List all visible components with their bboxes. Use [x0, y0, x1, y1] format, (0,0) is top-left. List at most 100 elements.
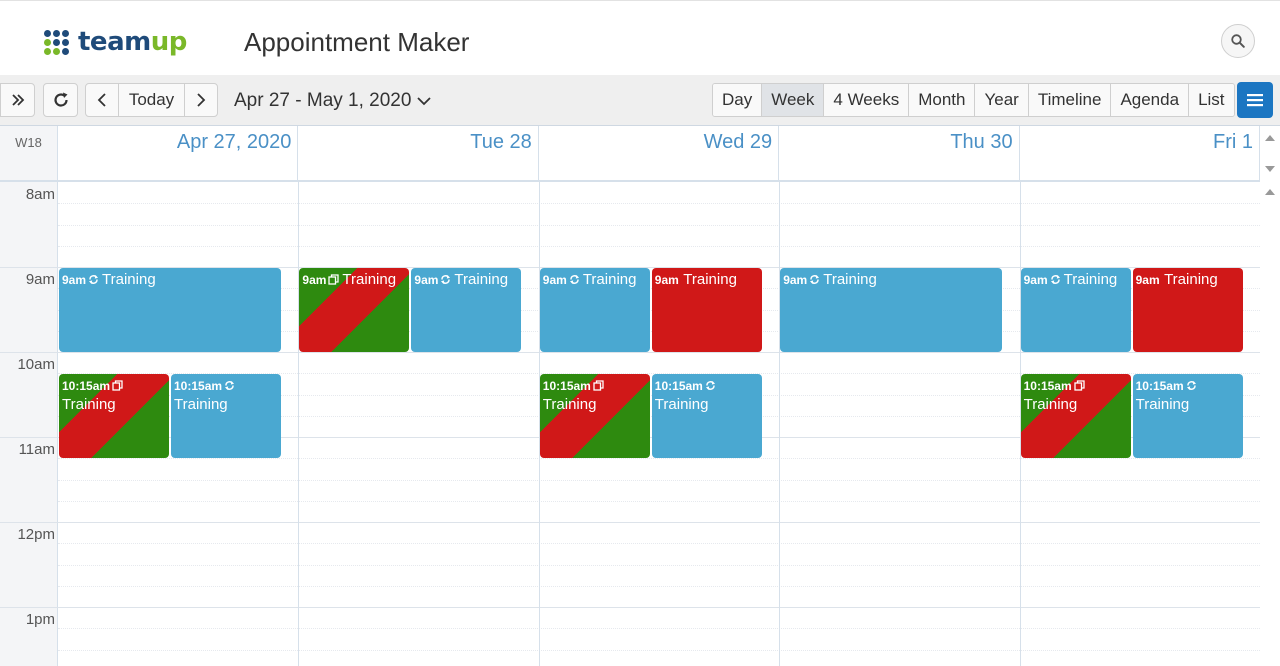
- view-button-agenda[interactable]: Agenda: [1110, 84, 1189, 116]
- event-block[interactable]: 10:15am Training: [651, 374, 762, 459]
- event-time: 9am: [302, 273, 327, 287]
- gutter-hour-line: [0, 522, 58, 523]
- main-menu-button[interactable]: [1237, 82, 1273, 118]
- scroll-down-arrow-icon[interactable]: [1265, 166, 1275, 172]
- scroll-up-arrow-icon[interactable]: [1265, 135, 1275, 141]
- event-title: Training: [102, 271, 156, 288]
- event-block[interactable]: 9am Training: [539, 268, 650, 352]
- scroll-up-arrow-icon[interactable]: [1265, 189, 1275, 195]
- event-time: 10:15am: [1023, 379, 1072, 394]
- collapse-sidebar-button[interactable]: [0, 83, 35, 117]
- event-time: 9am: [783, 273, 808, 287]
- view-button-month[interactable]: Month: [908, 84, 975, 116]
- event-time: 10:15am: [62, 379, 111, 394]
- teamup-logo[interactable]: teamup: [44, 27, 187, 57]
- event-time: 9am: [1023, 273, 1048, 287]
- day-header[interactable]: Apr 27, 2020: [58, 126, 299, 180]
- day-header[interactable]: Wed 29: [539, 126, 780, 180]
- event-title: Training: [174, 395, 228, 413]
- logo-dots-icon: [44, 29, 69, 55]
- quarter-hour-line: [58, 628, 1260, 630]
- view-button-timeline[interactable]: Timeline: [1027, 84, 1111, 116]
- search-icon: [1231, 34, 1245, 48]
- day-header[interactable]: Thu 30: [779, 126, 1020, 180]
- date-range-label: Apr 27 - May 1, 2020: [234, 90, 412, 111]
- week-number: W18: [0, 126, 58, 180]
- event-block[interactable]: 10:15am Training: [59, 374, 169, 459]
- next-week-button[interactable]: [184, 83, 218, 117]
- view-switcher: Day Week 4 Weeks Month Year Timeline Agenda Lis…: [712, 83, 1235, 117]
- repeat-icon: [441, 275, 451, 284]
- refresh-button[interactable]: [43, 83, 78, 117]
- day-column-divider: [298, 182, 300, 666]
- copy-icon: [593, 380, 604, 391]
- repeat-icon: [89, 275, 99, 284]
- event-title: Training: [654, 395, 709, 413]
- hour-label: 9am: [25, 271, 55, 288]
- view-button-week[interactable]: Week: [761, 84, 824, 116]
- event-title: Training: [454, 271, 509, 288]
- event-block[interactable]: 9am Training: [651, 268, 762, 352]
- gutter-hour-line: [0, 267, 58, 268]
- quarter-hour-line: [58, 458, 1260, 460]
- quarter-hour-line: [58, 543, 1260, 545]
- event-title: Training: [1164, 271, 1218, 288]
- quarter-hour-line: [58, 224, 1260, 226]
- event-time: 10:15am: [542, 379, 591, 394]
- calendar-title: Appointment Maker: [244, 27, 470, 57]
- repeat-icon: [225, 381, 235, 391]
- quarter-hour-line: [58, 245, 1260, 247]
- gutter-hour-line: [0, 437, 58, 438]
- refresh-icon: [53, 92, 68, 107]
- event-title: Training: [542, 395, 597, 413]
- day-header[interactable]: Fri 1: [1020, 126, 1260, 180]
- event-time: 10:15am: [174, 379, 223, 394]
- quarter-hour-line: [58, 479, 1260, 481]
- event-block[interactable]: 9am Training: [411, 268, 522, 352]
- event-block[interactable]: 10:15am Training: [1132, 374, 1243, 459]
- event-time: 9am: [542, 273, 567, 287]
- chevron-left-icon: [97, 93, 106, 107]
- search-button[interactable]: [1221, 24, 1255, 58]
- event-time: 9am: [62, 273, 87, 287]
- copy-icon: [1073, 380, 1085, 391]
- event-block[interactable]: 9am Training: [299, 268, 410, 352]
- event-title: Training: [1135, 395, 1190, 413]
- event-time: 9am: [654, 273, 679, 287]
- repeat-icon: [810, 275, 820, 284]
- time-grid[interactable]: 8am 9am 10am 11am 12pm 1pm 9am Training 9am Trai…: [0, 182, 1260, 666]
- repeat-icon: [705, 381, 715, 391]
- event-block[interactable]: 10:15am Training: [171, 374, 281, 459]
- view-button-day[interactable]: Day: [713, 84, 762, 116]
- event-time: 10:15am: [1135, 379, 1184, 394]
- event-title: Training: [342, 271, 397, 288]
- date-range-picker[interactable]: Apr 27 - May 1, 2020: [234, 90, 432, 112]
- hour-gutter: 8am 9am 10am 11am 12pm 1pm: [0, 182, 58, 666]
- double-chevron-right-icon: [11, 94, 24, 106]
- event-block[interactable]: 10:15am Training: [1020, 374, 1131, 459]
- event-block[interactable]: 9am Training: [1020, 268, 1131, 352]
- repeat-icon: [1186, 381, 1196, 391]
- day-header[interactable]: Tue 28: [298, 126, 539, 180]
- quarter-hour-line: [58, 564, 1260, 566]
- hour-label: 11am: [18, 441, 55, 458]
- quarter-hour-line: [58, 585, 1260, 587]
- event-title: Training: [62, 395, 116, 413]
- event-time: 10:15am: [654, 379, 703, 394]
- event-block[interactable]: 9am Training: [59, 268, 281, 352]
- quarter-hour-line: [58, 649, 1260, 651]
- chevron-down-icon: [417, 97, 432, 106]
- event-block[interactable]: 9am Training: [780, 268, 1003, 352]
- view-button-4-weeks[interactable]: 4 Weeks: [823, 84, 909, 116]
- event-block[interactable]: 9am Training: [1132, 268, 1243, 352]
- vertical-scrollbar[interactable]: [1260, 126, 1280, 666]
- view-button-list[interactable]: List: [1188, 84, 1234, 116]
- view-button-year[interactable]: Year: [974, 84, 1028, 116]
- event-block[interactable]: 10:15am Training: [539, 374, 650, 459]
- previous-week-button[interactable]: [85, 83, 119, 117]
- hour-label: 8am: [25, 186, 55, 203]
- hour-line: [58, 522, 1260, 523]
- copy-icon: [112, 380, 123, 391]
- today-button[interactable]: Today: [118, 83, 185, 117]
- hour-label: 10am: [17, 356, 55, 373]
